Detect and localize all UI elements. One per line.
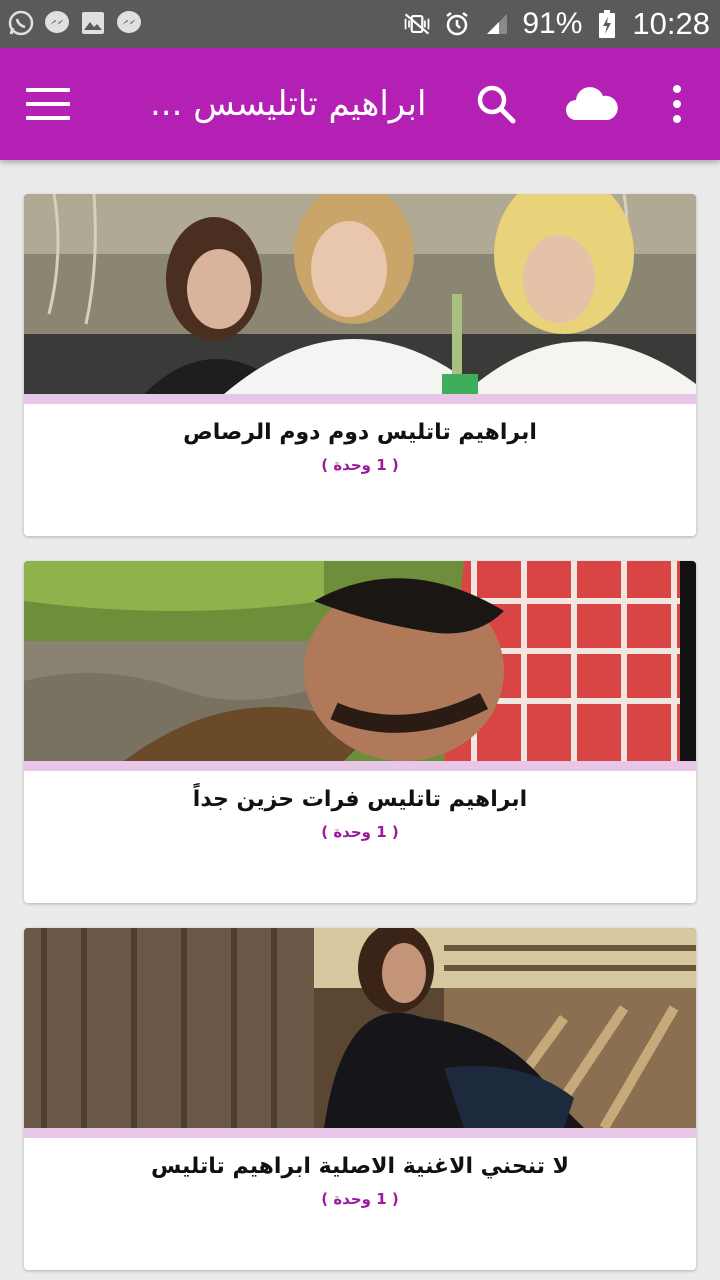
messenger-icon	[114, 8, 144, 38]
whatsapp-icon	[6, 8, 36, 38]
mute-vibrate-icon	[402, 9, 432, 39]
card-title: لا تنحني الاغنية الاصلية ابراهيم تاتليس	[150, 1154, 570, 1179]
alarm-icon	[442, 9, 472, 39]
status-bar: 91% 10:28	[0, 0, 720, 48]
clock: 10:28	[632, 6, 710, 41]
messenger-icon	[42, 8, 72, 38]
image-icon	[78, 8, 108, 38]
menu-icon[interactable]	[22, 82, 74, 126]
card-count: ( 1 وحدة )	[321, 456, 399, 474]
notification-icons	[6, 8, 144, 38]
more-vert-icon[interactable]	[660, 78, 694, 130]
battery-percent: 91%	[522, 7, 583, 40]
card-title: ابراهيم تاتليس دوم دوم الرصاص	[183, 420, 537, 445]
card-count: ( 1 وحدة )	[321, 823, 399, 841]
signal-icon	[482, 9, 512, 39]
card-divider	[24, 394, 696, 404]
video-thumbnail[interactable]	[24, 928, 696, 1128]
video-card[interactable]: ابراهيم تاتليس فرات حزين جداً ( 1 وحدة )	[24, 561, 696, 903]
card-count: ( 1 وحدة )	[321, 1190, 399, 1208]
card-divider	[24, 1128, 696, 1138]
card-divider	[24, 761, 696, 771]
app-bar: ابراهيم تاتليسس ...	[0, 48, 720, 160]
search-icon[interactable]	[470, 78, 522, 130]
battery-charging-icon	[592, 9, 622, 39]
card-title: ابراهيم تاتليس فرات حزين جداً	[192, 787, 528, 812]
video-thumbnail[interactable]	[24, 561, 696, 761]
video-card[interactable]: ابراهيم تاتليس دوم دوم الرصاص ( 1 وحدة )	[24, 194, 696, 536]
cloud-icon[interactable]	[562, 78, 622, 130]
system-icons: 91% 10:28	[402, 4, 710, 44]
page-title: ابراهيم تاتليسس ...	[150, 84, 427, 124]
video-thumbnail[interactable]	[24, 194, 696, 394]
video-card[interactable]: لا تنحني الاغنية الاصلية ابراهيم تاتليس …	[24, 928, 696, 1270]
